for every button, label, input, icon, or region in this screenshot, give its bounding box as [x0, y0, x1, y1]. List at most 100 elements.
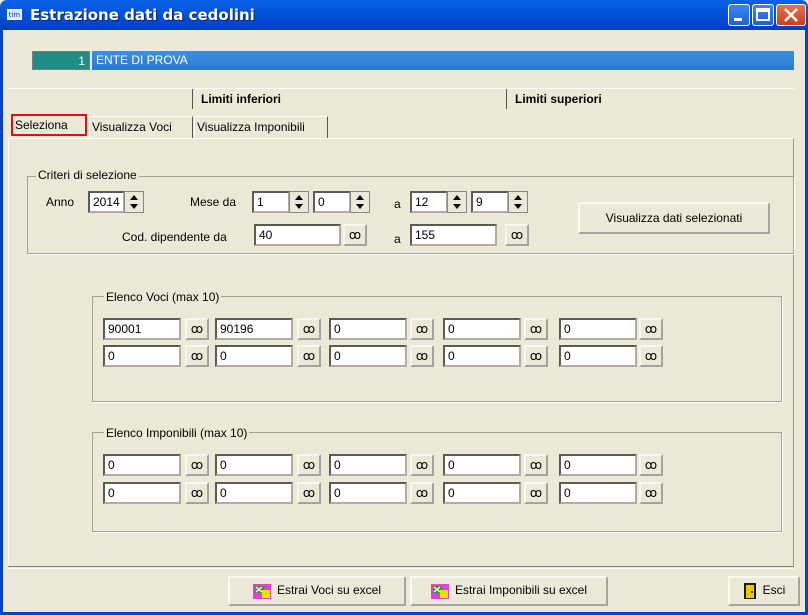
binoculars-icon: ꝏ [415, 348, 429, 363]
tab-visualizza-imponibili[interactable]: Visualizza Imponibili [194, 116, 328, 138]
binoculars-icon: ꝏ [190, 348, 204, 363]
imponibile-input[interactable]: 0 [215, 482, 293, 504]
estrai-voci-label: Estrai Voci su excel [276, 583, 382, 598]
spin-updown-icon [356, 195, 364, 209]
imponibile-lookup-button[interactable]: ꝏ [524, 482, 548, 504]
excel-export-icon [430, 583, 449, 599]
imponibile-input[interactable]: 0 [103, 482, 181, 504]
voce-lookup-button[interactable]: ꝏ [524, 318, 548, 340]
voce-lookup-button[interactable]: ꝏ [410, 345, 434, 367]
voce-input[interactable]: 0 [103, 345, 181, 367]
tab-seleziona[interactable]: Seleziona [11, 114, 87, 136]
anno-label: Anno [46, 195, 75, 209]
mese-da-sub-spinner[interactable] [350, 191, 370, 213]
voce-lookup-button[interactable]: ꝏ [410, 318, 434, 340]
imponibile-lookup-button[interactable]: ꝏ [410, 454, 434, 476]
cod-a-lookup-button[interactable]: ꝏ [505, 224, 529, 246]
esci-button[interactable]: Esci [728, 576, 800, 606]
imponibili-title: Elenco Imponibili (max 10) [104, 426, 250, 440]
exit-door-icon [743, 583, 756, 599]
imponibile-lookup-button[interactable]: ꝏ [524, 454, 548, 476]
binoculars-icon: ꝏ [415, 485, 429, 500]
voce-lookup-button[interactable]: ꝏ [185, 345, 209, 367]
estrai-voci-button[interactable]: Estrai Voci su excel [228, 576, 406, 606]
minimize-icon [734, 18, 742, 21]
voce-input[interactable]: 90001 [103, 318, 181, 340]
imponibile-lookup-button[interactable]: ꝏ [639, 454, 663, 476]
imponibile-input[interactable]: 0 [215, 454, 293, 476]
imponibile-input[interactable]: 0 [329, 454, 407, 476]
voce-lookup-button[interactable]: ꝏ [524, 345, 548, 367]
close-icon [784, 8, 798, 22]
mese-da-spinner[interactable] [289, 191, 309, 213]
cod-da-lookup-button[interactable]: ꝏ [343, 224, 367, 246]
binoculars-icon: ꝏ [190, 457, 204, 472]
voce-input[interactable]: 0 [443, 345, 521, 367]
binoculars-icon: ꝏ [644, 457, 658, 472]
voce-lookup-button[interactable]: ꝏ [185, 318, 209, 340]
cod-a-input[interactable]: 155 [410, 224, 497, 246]
window-title: Estrazione dati da cedolini [30, 6, 255, 24]
close-button[interactable] [776, 4, 806, 26]
binoculars-icon: ꝏ [348, 227, 362, 242]
voce-input[interactable]: 0 [329, 345, 407, 367]
spin-updown-icon [453, 195, 461, 209]
mese-a-label: a [394, 197, 401, 211]
cod-da-input[interactable]: 40 [254, 224, 341, 246]
mese-a-input[interactable]: 12 [410, 191, 448, 213]
imponibile-lookup-button[interactable]: ꝏ [185, 482, 209, 504]
header-limiti-superiori: Limiti superiori [506, 89, 794, 109]
voce-input[interactable]: 90196 [215, 318, 293, 340]
imponibile-input[interactable]: 0 [559, 454, 637, 476]
imponibile-lookup-button[interactable]: ꝏ [410, 482, 434, 504]
binoculars-icon: ꝏ [302, 485, 316, 500]
mese-da-sub-input[interactable]: 0 [313, 191, 351, 213]
imponibile-lookup-button[interactable]: ꝏ [297, 454, 321, 476]
binoculars-icon: ꝏ [529, 321, 543, 336]
imponibile-lookup-button[interactable]: ꝏ [639, 482, 663, 504]
voce-input[interactable]: 0 [215, 345, 293, 367]
voce-input[interactable]: 0 [329, 318, 407, 340]
voce-input[interactable]: 0 [559, 318, 637, 340]
voce-lookup-button[interactable]: ꝏ [639, 345, 663, 367]
esci-label: Esci [762, 583, 786, 598]
maximize-icon [756, 8, 770, 21]
visualizza-dati-button[interactable]: Visualizza dati selezionati [578, 202, 770, 234]
mese-da-input[interactable]: 1 [252, 191, 290, 213]
anno-input[interactable]: 2014 [88, 191, 125, 213]
imponibile-input[interactable]: 0 [443, 454, 521, 476]
binoculars-icon: ꝏ [510, 227, 524, 242]
estrai-imponibili-button[interactable]: Estrai Imponibili su excel [410, 576, 608, 606]
app-icon: tim [7, 9, 22, 20]
imponibile-input[interactable]: 0 [103, 454, 181, 476]
spin-updown-icon [295, 195, 303, 209]
voce-input[interactable]: 0 [443, 318, 521, 340]
ente-name: ENTE DI PROVA [92, 51, 794, 70]
voce-lookup-button[interactable]: ꝏ [297, 318, 321, 340]
binoculars-icon: ꝏ [190, 321, 204, 336]
imponibile-lookup-button[interactable]: ꝏ [185, 454, 209, 476]
voce-lookup-button[interactable]: ꝏ [639, 318, 663, 340]
binoculars-icon: ꝏ [415, 321, 429, 336]
ente-code: 1 [32, 51, 90, 70]
voce-lookup-button[interactable]: ꝏ [297, 345, 321, 367]
imponibile-input[interactable]: 0 [559, 482, 637, 504]
criteria-title: Criteri di selezione [36, 168, 139, 182]
excel-export-icon [252, 583, 271, 599]
spin-updown-icon [130, 195, 138, 209]
maximize-button[interactable] [752, 4, 774, 26]
mese-a-sub-spinner[interactable] [508, 191, 528, 213]
mese-a-sub-input[interactable]: 9 [471, 191, 509, 213]
imponibile-lookup-button[interactable]: ꝏ [297, 482, 321, 504]
imponibile-input[interactable]: 0 [443, 482, 521, 504]
binoculars-icon: ꝏ [644, 348, 658, 363]
minimize-button[interactable] [728, 4, 750, 26]
footer-divider [8, 566, 794, 567]
binoculars-icon: ꝏ [644, 321, 658, 336]
anno-spinner[interactable] [124, 191, 144, 213]
tab-visualizza-voci[interactable]: Visualizza Voci [89, 116, 193, 138]
imponibile-input[interactable]: 0 [329, 482, 407, 504]
binoculars-icon: ꝏ [529, 485, 543, 500]
mese-a-spinner[interactable] [447, 191, 467, 213]
voce-input[interactable]: 0 [559, 345, 637, 367]
